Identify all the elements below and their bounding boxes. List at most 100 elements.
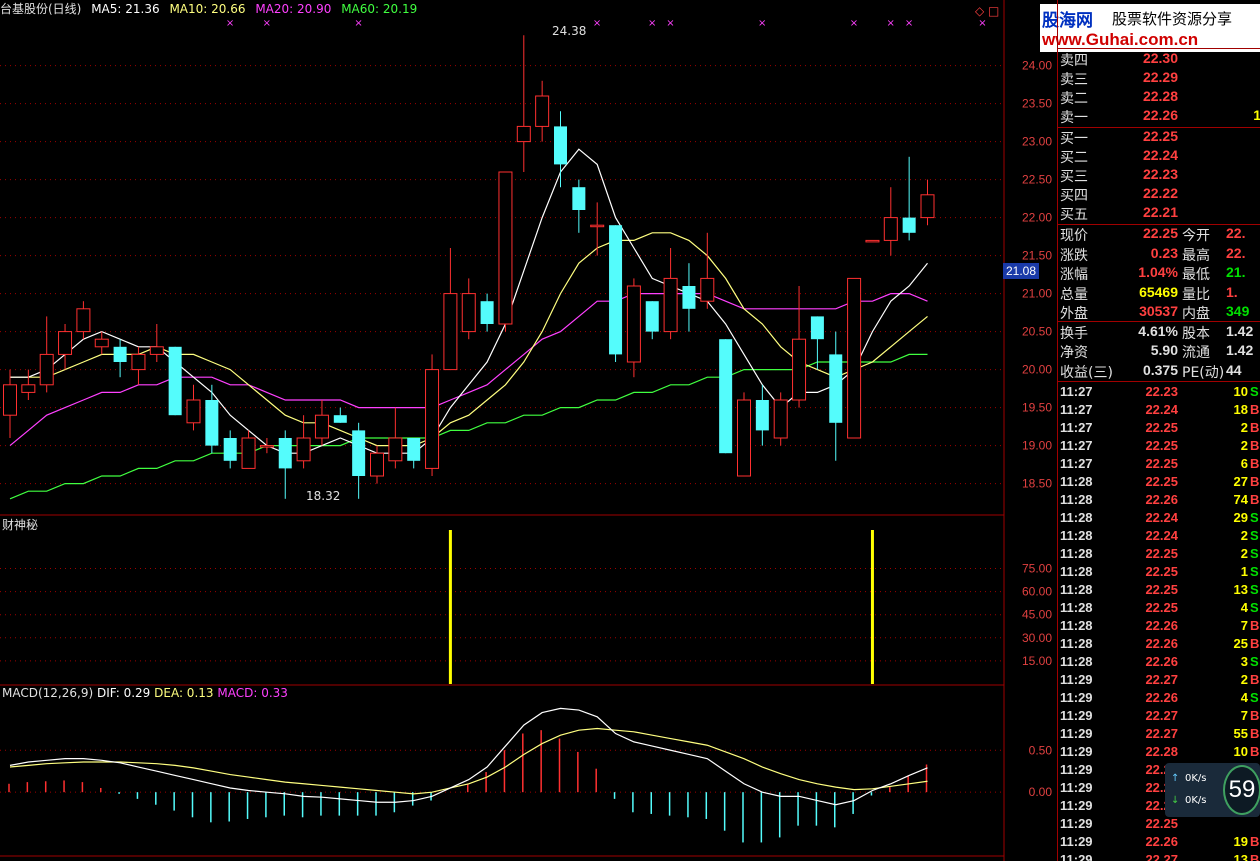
- quote-row: 涨幅 1.04% 最低 21.: [1058, 264, 1260, 283]
- bid-row: 买四 22.22: [1058, 185, 1260, 204]
- caishen-tick-label: 75.00: [1022, 562, 1052, 576]
- tick-time: 11:28: [1060, 528, 1093, 543]
- tick-time: 11:27: [1060, 456, 1093, 471]
- tick-volume: 7: [1240, 618, 1248, 633]
- tick-volume: 18: [1233, 402, 1248, 417]
- tick-row[interactable]: 11:28 22.25 27 B: [1058, 474, 1260, 492]
- tick-side: B: [1250, 708, 1260, 723]
- tick-row[interactable]: 11:29 22.27 7 B: [1058, 708, 1260, 726]
- candle-body: [388, 437, 403, 462]
- quote-value: 65469: [1139, 283, 1178, 300]
- tick-row[interactable]: 11:27 22.24 18 B: [1058, 402, 1260, 420]
- dif-label: DIF: 0.29: [96, 686, 151, 700]
- candle-body: [443, 293, 458, 371]
- tick-row[interactable]: 11:28 22.25 13 S: [1058, 582, 1260, 600]
- quote-panel: 卖四22.30卖三22.29卖二22.28卖一22.261 买一22.25买二2…: [1057, 0, 1260, 861]
- ask-label: 卖二: [1060, 91, 1088, 107]
- tick-volume: 4: [1240, 600, 1248, 615]
- tick-row[interactable]: 11:29 22.28 10 B: [1058, 744, 1260, 762]
- tick-price: 22.27: [1145, 708, 1178, 723]
- candle-body: [645, 301, 659, 332]
- network-widget[interactable]: ↑ 0K/s ↓ 0K/s 59: [1165, 763, 1260, 817]
- candle: [223, 430, 237, 469]
- tick-row[interactable]: 11:28 22.26 7 B: [1058, 618, 1260, 636]
- tick-price: 22.27: [1145, 672, 1178, 687]
- tick-volume: 19: [1233, 834, 1248, 849]
- tick-row[interactable]: 11:29 22.26 4 S: [1058, 690, 1260, 708]
- bid-row: 买三 22.23: [1058, 166, 1260, 185]
- tick-row[interactable]: 11:28 22.26 74 B: [1058, 492, 1260, 510]
- candle: [241, 430, 256, 469]
- candle: [480, 293, 494, 332]
- tick-price: 22.26: [1145, 690, 1178, 705]
- tick-time: 11:29: [1060, 672, 1093, 687]
- ask-label: 卖一: [1060, 110, 1088, 126]
- tick-time: 11:27: [1060, 402, 1093, 417]
- tick-row[interactable]: 11:28 22.26 25 B: [1058, 636, 1260, 654]
- candle: [425, 354, 440, 476]
- tick-row[interactable]: 11:27 22.25 6 B: [1058, 456, 1260, 474]
- tick-row[interactable]: 11:29 22.27 2 B: [1058, 672, 1260, 690]
- tick-volume: 2: [1240, 438, 1248, 453]
- tick-row[interactable]: 11:29 22.27 13 B: [1058, 852, 1260, 861]
- tick-time: 11:27: [1060, 384, 1093, 399]
- tick-time: 11:27: [1060, 438, 1093, 453]
- candle-body: [883, 217, 898, 241]
- candle-body: [461, 293, 476, 333]
- caishen-tick-label: 30.00: [1022, 631, 1052, 645]
- candle: [407, 438, 421, 469]
- tick-price: 22.26: [1145, 654, 1178, 669]
- tick-side: B: [1250, 474, 1260, 489]
- tick-row[interactable]: 11:28 22.24 29 S: [1058, 510, 1260, 528]
- tick-price: 22.25: [1145, 474, 1178, 489]
- tick-price: 22.24: [1145, 510, 1178, 525]
- tick-time: 11:29: [1060, 762, 1093, 777]
- tick-time: 11:29: [1060, 744, 1093, 759]
- tick-row[interactable]: 11:29 22.27 55 B: [1058, 726, 1260, 744]
- tick-time: 11:29: [1060, 708, 1093, 723]
- candle-body: [792, 338, 807, 401]
- candle: [682, 263, 696, 332]
- candle: [76, 301, 91, 340]
- quote-row: 现价 22.25 今开 22.: [1058, 225, 1260, 244]
- tick-side: S: [1250, 600, 1259, 615]
- quote-value: 22.25: [1142, 225, 1178, 241]
- quote-label: 股本: [1182, 325, 1210, 342]
- tick-row[interactable]: 11:28 22.25 2 S: [1058, 546, 1260, 564]
- candle: [883, 187, 898, 256]
- candle-body: [700, 277, 715, 302]
- tick-time: 11:28: [1060, 618, 1093, 633]
- candle-body: [498, 171, 513, 325]
- tick-volume: 74: [1233, 492, 1248, 507]
- tick-row[interactable]: 11:28 22.25 1 S: [1058, 564, 1260, 582]
- tick-volume: 4: [1240, 690, 1248, 705]
- candle: [755, 384, 769, 446]
- candle-body: [810, 316, 824, 340]
- candle: [609, 225, 623, 362]
- caishen-tick-label: 15.00: [1022, 654, 1052, 668]
- tick-row[interactable]: 11:28 22.24 2 S: [1058, 528, 1260, 546]
- bid-label: 买四: [1060, 188, 1088, 204]
- window-controls[interactable]: ◇ □: [975, 4, 999, 18]
- tick-row[interactable]: 11:27 22.25 2 B: [1058, 438, 1260, 456]
- quote-label: PE(动): [1182, 364, 1225, 381]
- tick-time: 11:28: [1060, 654, 1093, 669]
- quote-label: 流通: [1182, 345, 1210, 361]
- tick-side: B: [1250, 744, 1260, 759]
- quote-row: 外盘 30537 内盘 349: [1058, 303, 1260, 322]
- tick-row[interactable]: 11:27 22.23 10 S: [1058, 384, 1260, 402]
- kline-chart-area[interactable]: × × × × × × × × × × × 24.0023.5023.0022.5022.0021.…: [0, 0, 1057, 861]
- tick-row[interactable]: 11:27 22.25 2 B: [1058, 420, 1260, 438]
- candle: [461, 278, 476, 340]
- candle-body: [682, 286, 696, 309]
- macd-tick-label: 0.00: [1029, 785, 1053, 799]
- tick-row[interactable]: 11:28 22.25 4 S: [1058, 600, 1260, 618]
- tick-row[interactable]: 11:29 22.26 19 B: [1058, 834, 1260, 852]
- tick-volume: 55: [1233, 726, 1248, 741]
- tick-row[interactable]: 11:29 22.25: [1058, 816, 1260, 834]
- candle-body: [737, 399, 751, 477]
- tick-time: 11:28: [1060, 492, 1093, 507]
- caishen-bar: [870, 530, 874, 684]
- candle: [829, 331, 843, 461]
- tick-row[interactable]: 11:28 22.26 3 S: [1058, 654, 1260, 672]
